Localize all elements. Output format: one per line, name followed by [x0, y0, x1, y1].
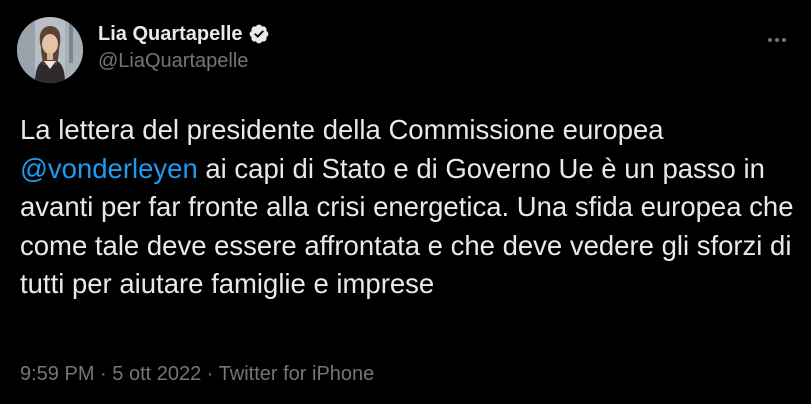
- author-name-row: Lia Quartapelle: [98, 20, 270, 48]
- more-options-icon[interactable]: [765, 28, 789, 52]
- avatar-photo: [17, 17, 83, 83]
- tweet-source: Twitter for iPhone: [218, 363, 375, 385]
- tweet-time[interactable]: 9:59 PM: [20, 363, 94, 385]
- tweet-card: Lia Quartapelle @LiaQuartapelle La lette…: [0, 0, 811, 404]
- author-handle[interactable]: @LiaQuartapelle: [98, 50, 270, 73]
- meta-separator: ·: [94, 363, 113, 385]
- tweet-text-before: La lettera del presidente della Commissi…: [20, 114, 664, 145]
- author-display-name[interactable]: Lia Quartapelle: [98, 23, 243, 46]
- mention-link[interactable]: @vonderleyen: [20, 153, 198, 184]
- verified-badge-icon: [248, 23, 270, 45]
- tweet-text: La lettera del presidente della Commissi…: [20, 111, 795, 304]
- avatar[interactable]: [17, 17, 83, 83]
- tweet-date[interactable]: 5 ott 2022: [112, 363, 201, 385]
- author-block: Lia Quartapelle @LiaQuartapelle: [98, 20, 270, 73]
- tweet-meta: 9:59 PM · 5 ott 2022 · Twitter for iPhon…: [20, 363, 374, 386]
- meta-separator-2: ·: [201, 363, 219, 385]
